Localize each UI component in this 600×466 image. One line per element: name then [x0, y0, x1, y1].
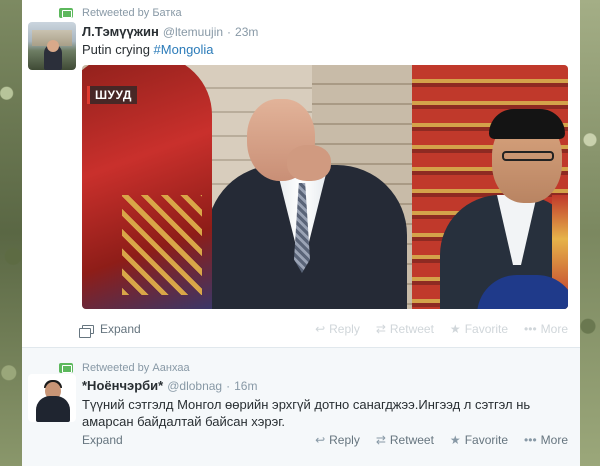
tweet-text: Putin crying #Mongolia: [82, 42, 214, 57]
background-foliage-left: [0, 0, 22, 466]
author-name[interactable]: Л.Тэмүүжин: [82, 24, 159, 39]
retweet-button[interactable]: ⇄ Retweet: [376, 433, 434, 447]
tweet-header: *Ноёнчэрби* @dlobnag · 16m: [82, 378, 257, 393]
avatar[interactable]: [28, 374, 76, 422]
ellipsis-icon: •••: [524, 433, 537, 447]
separator: ·: [227, 25, 232, 39]
star-icon: ★: [449, 322, 461, 336]
tweet-actions: Expand ↩ Reply ⇄ Retweet ★ Favorite ••• …: [79, 321, 568, 338]
tweet-text: Түүний сэтгэлд Монгол өөрийн эрхгүй дотн…: [82, 397, 531, 429]
tweet-header: Л.Тэмүүжин @ltemuujin · 23m: [82, 24, 258, 39]
avatar[interactable]: [28, 22, 76, 70]
retweet-icon: ⇄: [375, 433, 386, 447]
reply-icon: ↩: [315, 322, 326, 336]
favorite-button[interactable]: ★ Favorite: [450, 322, 508, 336]
reply-button[interactable]: ↩ Reply: [315, 322, 360, 336]
timestamp[interactable]: 23m: [235, 25, 258, 39]
retweeted-by-label: Retweeted by Батка: [82, 7, 182, 19]
retweet-icon: [59, 8, 73, 18]
favorite-button[interactable]: ★ Favorite: [450, 433, 508, 447]
author-handle[interactable]: @ltemuujin: [163, 25, 223, 39]
card-icon: [79, 324, 94, 338]
expand-link[interactable]: Expand: [82, 433, 123, 447]
retweeted-by-label: Retweeted by Аанхаа: [82, 362, 190, 374]
timestamp[interactable]: 16m: [234, 379, 257, 393]
tweet[interactable]: Retweeted by Батка Л.Тэмүүжин @ltemuujin…: [22, 0, 580, 346]
more-button[interactable]: ••• More: [524, 433, 568, 447]
live-badge: ШУУД: [87, 86, 137, 104]
tweet[interactable]: Retweeted by Аанхаа *Ноёнчэрби* @dlobnag…: [22, 347, 580, 466]
retweet-button[interactable]: ⇄ Retweet: [376, 322, 434, 336]
separator: ·: [226, 379, 231, 393]
retweet-icon: [59, 363, 73, 373]
reply-icon: ↩: [315, 433, 326, 447]
hashtag-link[interactable]: #Mongolia: [154, 42, 214, 57]
star-icon: ★: [449, 433, 461, 447]
ellipsis-icon: •••: [524, 322, 537, 336]
author-name[interactable]: *Ноёнчэрби*: [82, 378, 163, 393]
background-foliage-right: [580, 0, 600, 466]
retweet-icon: ⇄: [375, 322, 386, 336]
reply-button[interactable]: ↩ Reply: [315, 433, 360, 447]
timeline: Retweeted by Батка Л.Тэмүүжин @ltemuujin…: [22, 0, 580, 466]
expand-link[interactable]: Expand: [79, 322, 141, 338]
media-photo[interactable]: ШУУД: [82, 65, 568, 309]
more-button[interactable]: ••• More: [524, 322, 568, 336]
author-handle[interactable]: @dlobnag: [167, 379, 222, 393]
tweet-actions: Expand ↩ Reply ⇄ Retweet ★ Favorite ••• …: [82, 432, 568, 448]
